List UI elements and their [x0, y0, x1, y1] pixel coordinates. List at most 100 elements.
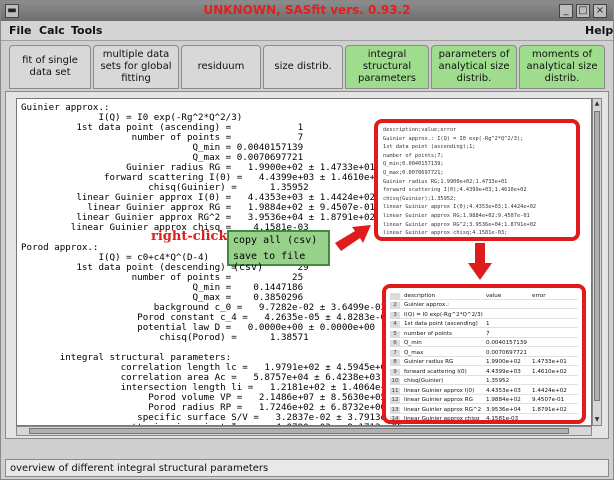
- spreadsheet-row: 11 linear Guinier approx I(0) 4.4353e+03 1.…: [390, 387, 578, 395]
- maximize-icon[interactable]: □: [576, 4, 590, 18]
- menu-tools[interactable]: Tools: [71, 24, 102, 37]
- spreadsheet-row: 10 chisq(Guinier) 1.35952: [390, 377, 578, 385]
- spreadsheet-cell: 1st data point (ascending): [404, 321, 478, 327]
- spreadsheet-cell: number of points: [404, 330, 452, 337]
- menu-bar: File Calc Tools Help: [1, 21, 613, 41]
- csv-line: forward scattering I(0);4.4399e+03;1.461…: [383, 187, 527, 194]
- spreadsheet-row: 8 Guinier radius RG 1.9900e+02 1.4733e+01: [390, 358, 578, 366]
- spreadsheet-cell: 13: [390, 406, 400, 414]
- spreadsheet-cell: 3: [390, 311, 400, 319]
- scroll-down-icon[interactable]: ▼: [593, 415, 601, 425]
- spreadsheet-cell: Q_max: [404, 349, 424, 356]
- title-bar: ▬ UNKNOWN, SASfit vers. 0.93.2 _ □ ×: [1, 1, 613, 21]
- spreadsheet-cell: 1.9900e+02: [486, 359, 521, 365]
- spreadsheet-header: description value error: [390, 292, 578, 300]
- menu-help[interactable]: Help: [585, 24, 613, 37]
- menu-calc[interactable]: Calc: [39, 24, 65, 37]
- vertical-scroll-thumb[interactable]: [594, 111, 600, 401]
- spreadsheet-cell: linear Guinier approx RG^2: [404, 406, 482, 413]
- spreadsheet-cell: 4.4399e+03: [486, 368, 521, 375]
- csv-line: Q_max;0.0070697721;: [383, 170, 444, 176]
- spreadsheet-row: 5 number of points 7: [390, 330, 578, 338]
- spreadsheet-cell: Guinier radius RG: [404, 359, 454, 365]
- spreadsheet-row: 6 Q_min 0.0040157139: [390, 339, 578, 347]
- csv-line: Q_min;0.0040157139;: [383, 161, 444, 168]
- spreadsheet-cell: 9.4507e-01: [532, 397, 565, 403]
- tab-size-distrib[interactable]: size distrib.: [263, 45, 343, 89]
- tab-fit-single[interactable]: fit of single data set: [9, 45, 91, 89]
- csv-line: 1st data point (ascending);1;: [383, 144, 476, 151]
- spreadsheet-cell: 6: [390, 340, 400, 347]
- csv-line: chisq(Guinier);1.35952;: [383, 195, 457, 202]
- spreadsheet-cell: 7: [486, 330, 490, 337]
- spreadsheet-cell: 0.0040157139: [486, 340, 527, 346]
- horizontal-scroll-thumb[interactable]: [29, 428, 569, 434]
- window-title: UNKNOWN, SASfit vers. 0.93.2: [203, 3, 411, 17]
- spreadsheet-cell: 2: [390, 302, 400, 309]
- csv-line: Guinier radius RG;1.9900e+02;1.4733e+01: [383, 178, 508, 185]
- tab-moments-analytical[interactable]: moments of analytical size distrib.: [519, 45, 605, 89]
- spreadsheet-cell: 1.4610e+02: [532, 368, 567, 375]
- csv-line: linear Guinier approx I(0);4.4353e+03;1.…: [383, 204, 537, 211]
- csv-line: linear Guinier approx chisq;4.1581e-03;: [383, 230, 508, 237]
- csv-line: linear Guinier approx RG;1.9884e+02;9.45…: [383, 213, 530, 219]
- close-icon[interactable]: ×: [593, 4, 607, 18]
- spreadsheet-cell: chisq(Guinier): [404, 378, 444, 384]
- spreadsheet-cell: 1: [486, 321, 490, 327]
- spreadsheet-cell: 7: [390, 349, 400, 357]
- spreadsheet-cell: 9: [390, 368, 400, 376]
- menu-item-save-to-file[interactable]: save to file (csv): [233, 251, 328, 273]
- output-line: chisq(Porod) = 1.38571: [21, 332, 309, 343]
- spreadsheet-cell: 11: [390, 387, 400, 395]
- spreadsheet-cell: forward scattering I(0): [404, 368, 467, 375]
- menu-file[interactable]: File: [9, 24, 32, 37]
- csv-line: Guinier approx.: I(Q) = I0 exp(-Rg^2*Q^2…: [383, 135, 524, 142]
- tab-residuum[interactable]: residuum: [181, 45, 261, 89]
- arrow-right-icon: [335, 225, 371, 251]
- spreadsheet-cell: 10: [390, 378, 400, 385]
- minimize-icon[interactable]: _: [559, 4, 573, 18]
- spreadsheet-cell: 0.0070697721: [486, 349, 527, 356]
- csv-text-preview: description;value;error Guinier approx.: …: [374, 119, 580, 241]
- app-window: ▬ UNKNOWN, SASfit vers. 0.93.2 _ □ × Fil…: [0, 0, 614, 480]
- spreadsheet-row: 14 linear Guinier approx chisq 4.1581e-03: [390, 415, 578, 422]
- right-click-annotation: right-click:: [151, 229, 233, 244]
- spreadsheet-cell: 1.4424e+02: [532, 387, 567, 394]
- csv-line: description;value;error: [383, 127, 457, 133]
- context-menu: copy all (csv) save to file (csv): [227, 230, 330, 273]
- header-cell: error: [532, 293, 546, 299]
- csv-line: number of points;7;: [383, 152, 444, 159]
- spreadsheet-cell: linear Guinier approx chisq: [404, 416, 480, 422]
- scroll-up-icon[interactable]: ▲: [593, 99, 601, 109]
- csv-line: linear Guinier approx RG^2;3.9536e+04;1.…: [383, 221, 537, 228]
- spreadsheet-row: 7 Q_max 0.0070697721: [390, 349, 578, 357]
- spreadsheet-cell: 5: [390, 330, 400, 338]
- spreadsheet-row: 13 linear Guinier approx RG^2 3.9536e+04 1.…: [390, 406, 578, 414]
- spreadsheet-cell: 12: [390, 397, 400, 404]
- spreadsheet-cell: 4.1581e-03: [486, 416, 519, 422]
- vertical-scrollbar[interactable]: ▲ ▼: [592, 98, 602, 426]
- spreadsheet-cell: 4.4353e+03: [486, 387, 521, 394]
- header-cell: description: [404, 293, 436, 299]
- horizontal-scrollbar[interactable]: [16, 426, 592, 436]
- header-cell: value: [486, 293, 502, 299]
- spreadsheet-row: 3 I(Q) = I0 exp(-Rg^2*Q^2/3): [390, 311, 578, 319]
- header-cell: [390, 293, 400, 300]
- spreadsheet-cell: 8: [390, 359, 400, 366]
- arrow-down-icon: [468, 243, 492, 280]
- tab-bar: fit of single data set multiple data set…: [5, 45, 609, 91]
- spreadsheet-cell: linear Guinier approx I(0): [404, 387, 475, 394]
- menu-item-copy-all[interactable]: copy all (csv): [233, 235, 317, 246]
- spreadsheet-cell: linear Guinier approx RG: [404, 397, 473, 403]
- tab-integral-structural-parameters[interactable]: integral structural parameters: [345, 45, 429, 89]
- spreadsheet-cell: 1.9884e+02: [486, 397, 521, 403]
- spreadsheet-cell: Q_min: [404, 340, 422, 346]
- spreadsheet-preview: description value error 2 Guinier approx.: 3 I…: [382, 284, 586, 424]
- spreadsheet-row: 9 forward scattering I(0) 4.4399e+03 1.4610…: [390, 368, 578, 376]
- tab-multiple-data-sets[interactable]: multiple data sets for global fitting: [93, 45, 179, 89]
- spreadsheet-cell: 14: [390, 416, 400, 422]
- tab-parameters-analytical[interactable]: parameters of analytical size distrib.: [431, 45, 517, 89]
- spreadsheet-cell: 1.4733e+01: [532, 359, 567, 365]
- status-bar: overview of different integral structura…: [5, 459, 609, 477]
- spreadsheet-row: 12 linear Guinier approx RG 1.9884e+02 9.45…: [390, 396, 578, 404]
